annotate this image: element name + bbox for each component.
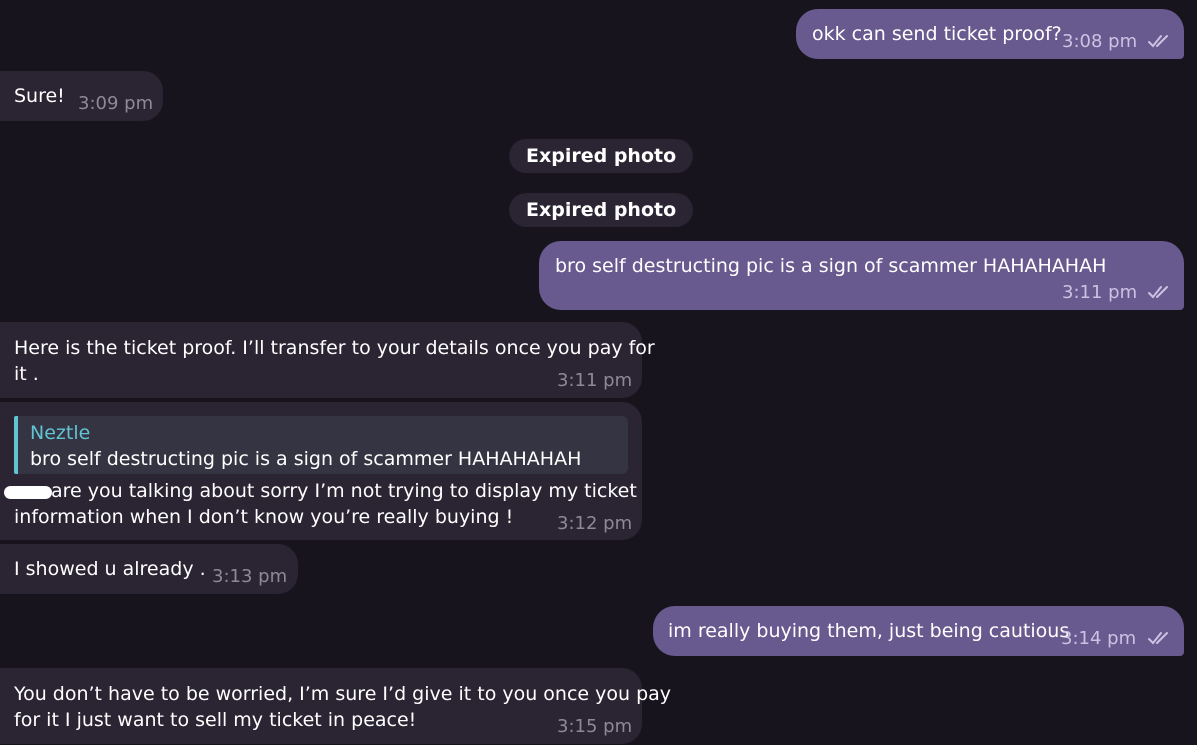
- message-text: I showed u already .: [14, 558, 206, 580]
- message-time: 3:15 pm: [557, 716, 633, 737]
- message-incoming[interactable]: Here is the ticket proof. I’ll transfer …: [0, 322, 655, 398]
- message-text-line: Here is the ticket proof. I’ll transfer …: [14, 337, 655, 359]
- message-time: 3:11 pm: [1062, 282, 1138, 303]
- message-text-line: information when I don’t know you’re rea…: [14, 506, 514, 528]
- message-text: okk can send ticket proof?: [812, 23, 1062, 45]
- reply-text: bro self destructing pic is a sign of sc…: [30, 448, 582, 470]
- double-check-icon: [1148, 35, 1168, 48]
- double-check-icon: [1148, 632, 1168, 645]
- message-text-line: for it I just want to sell my ticket in …: [14, 709, 417, 731]
- message-incoming[interactable]: I showed u already . 3:13 pm: [0, 544, 298, 594]
- reply-quote[interactable]: Neztle bro self destructing pic is a sig…: [14, 416, 628, 474]
- message-time: 3:14 pm: [1061, 628, 1137, 649]
- message-text: im really buying them, just being cautio…: [668, 620, 1070, 642]
- message-outgoing[interactable]: bro self destructing pic is a sign of sc…: [539, 241, 1184, 310]
- message-time: 3:09 pm: [78, 93, 154, 114]
- message-outgoing[interactable]: okk can send ticket proof? 3:08 pm: [796, 9, 1184, 59]
- double-check-icon: [1148, 286, 1168, 299]
- message-outgoing[interactable]: im really buying them, just being cautio…: [653, 606, 1184, 656]
- message-text-line: are you talking about sorry I’m not tryi…: [51, 480, 637, 502]
- message-time: 3:13 pm: [212, 566, 288, 587]
- message-text: bro self destructing pic is a sign of sc…: [555, 255, 1107, 277]
- expired-photo-notice[interactable]: Expired photo: [509, 139, 694, 173]
- message-incoming[interactable]: You don’t have to be worried, I’m sure I…: [0, 668, 671, 744]
- message-text-line: it .: [14, 363, 39, 385]
- message-text-line: You don’t have to be worried, I’m sure I…: [14, 683, 672, 705]
- message-time: 3:11 pm: [557, 370, 633, 391]
- message-incoming[interactable]: Sure! 3:09 pm: [0, 71, 163, 121]
- message-incoming-reply[interactable]: Neztle bro self destructing pic is a sig…: [0, 402, 642, 540]
- expired-photo-notice[interactable]: Expired photo: [509, 193, 694, 227]
- message-text: Sure!: [14, 85, 65, 107]
- message-time: 3:12 pm: [557, 513, 633, 534]
- message-time: 3:08 pm: [1062, 31, 1138, 52]
- redaction-mark: [4, 486, 52, 499]
- reply-author: Neztle: [30, 422, 91, 444]
